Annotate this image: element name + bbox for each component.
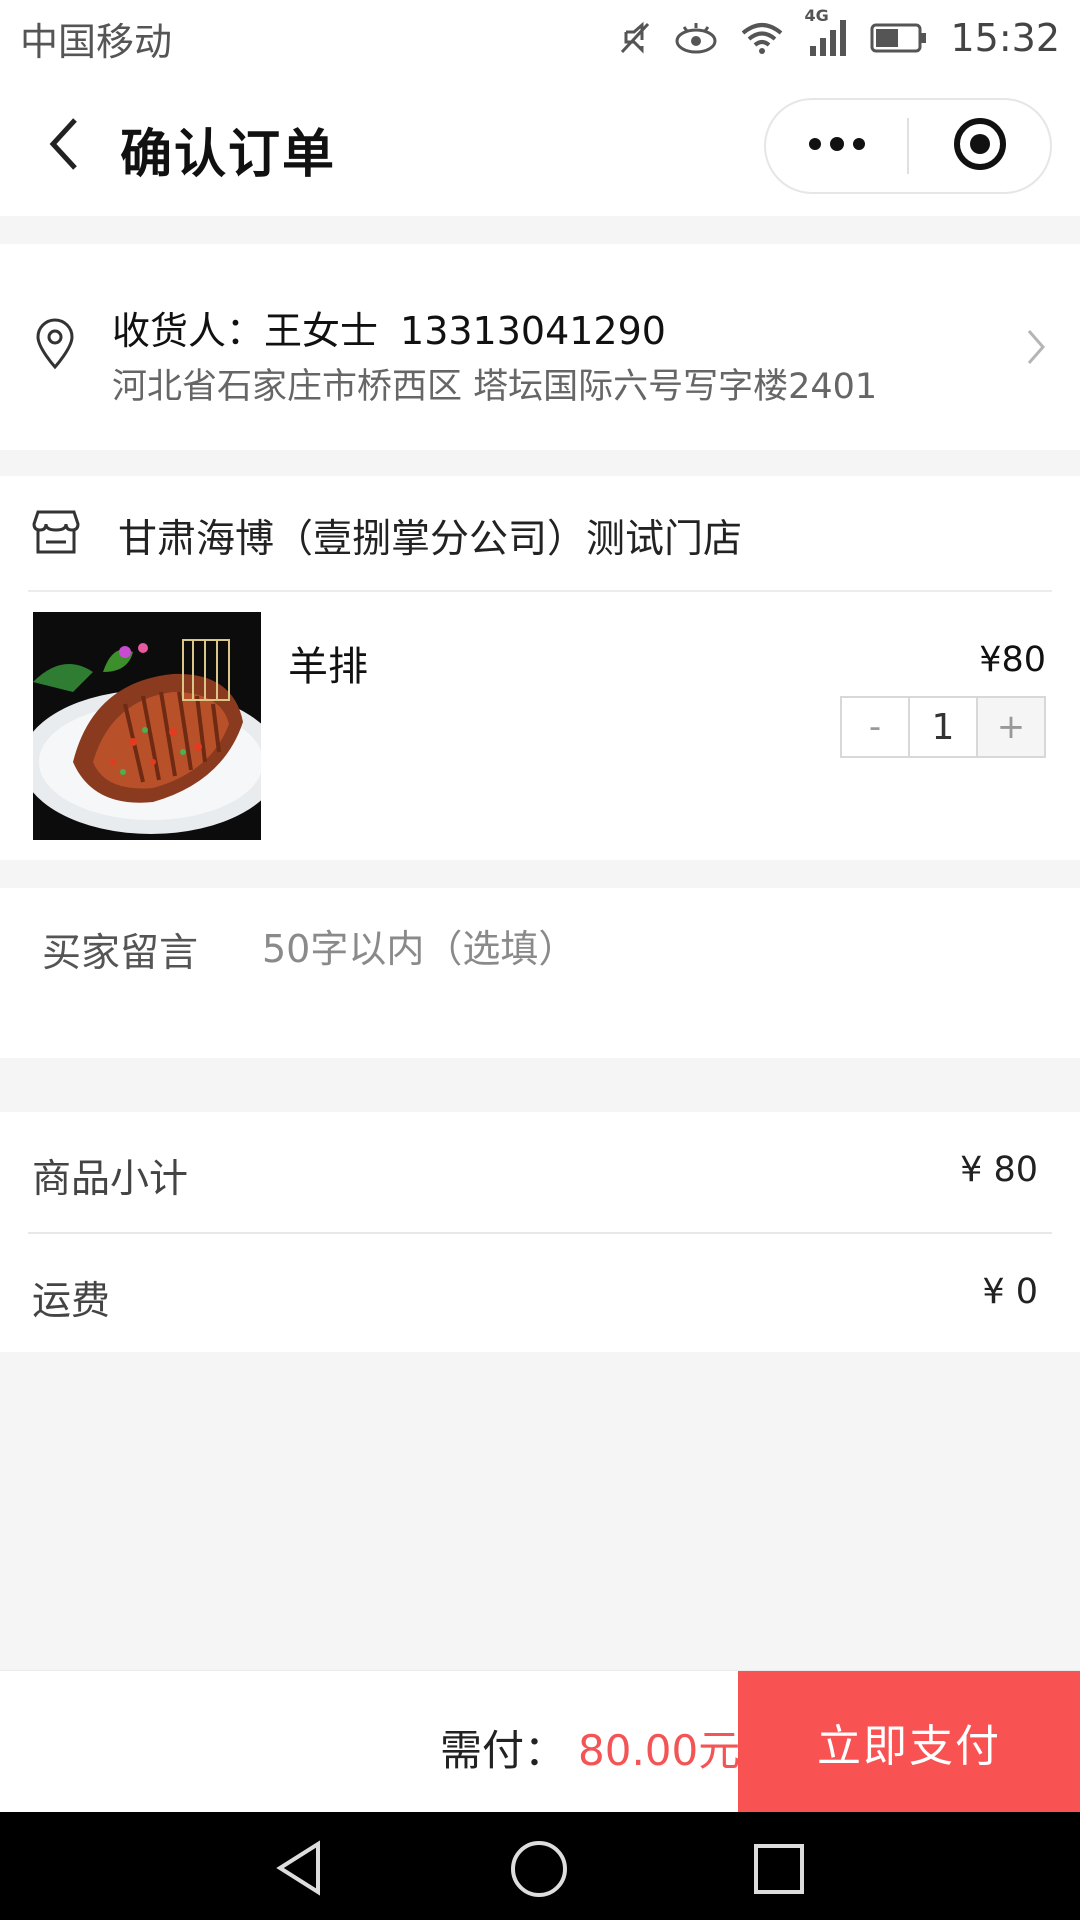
- eye-icon: [674, 21, 718, 55]
- amount-due-label: 需付：: [440, 1726, 567, 1775]
- more-dots-icon: [807, 134, 867, 158]
- payment-bar: 需付： 80.00元 立即支付: [0, 1670, 1080, 1813]
- page-title: 确认订单: [120, 125, 337, 185]
- status-icons: 4G 15:32: [616, 6, 1060, 60]
- shipping-value: ¥ 0: [982, 1272, 1038, 1312]
- divider: [28, 590, 1052, 592]
- system-navigation-bar: [0, 1812, 1080, 1920]
- clock: 15:32: [950, 16, 1060, 60]
- decrease-quantity-button[interactable]: -: [842, 698, 908, 756]
- back-button[interactable]: [36, 116, 92, 176]
- shipping-label: 运费: [32, 1279, 111, 1324]
- subtotal-row: 商品小计 ¥ 80: [0, 1112, 1080, 1230]
- square-recent-icon[interactable]: [752, 1842, 806, 1900]
- more-button[interactable]: [766, 100, 907, 192]
- receiver-line: 收货人：王女士 13313041290: [112, 300, 666, 355]
- carrier-name: 中国移动: [20, 19, 173, 64]
- close-miniprogram-button[interactable]: [909, 100, 1050, 192]
- circle-home-icon[interactable]: [508, 1838, 570, 1904]
- shipping-address: 河北省石家庄市桥西区 塔坛国际六号写字楼2401: [112, 367, 878, 407]
- subtotal-value: ¥ 80: [960, 1150, 1038, 1190]
- target-circle-icon: [952, 116, 1008, 176]
- wifi-icon: [740, 21, 784, 55]
- product-price: ¥80: [979, 640, 1046, 680]
- order-items-card: 甘肃海博（壹捌掌分公司）测试门店 羊排 ¥80 - 1 +: [0, 476, 1080, 860]
- buyer-message-label: 买家留言: [42, 931, 199, 976]
- chevron-right-icon: [1026, 328, 1046, 370]
- back-arrow-icon: [47, 116, 81, 176]
- product-name: 羊排: [288, 644, 368, 690]
- menu-capsule: [764, 98, 1052, 194]
- triangle-back-icon[interactable]: [272, 1840, 328, 1900]
- buyer-message-input[interactable]: [262, 914, 1042, 984]
- network-type: 4G: [804, 6, 829, 25]
- store-row: 甘肃海博（壹捌掌分公司）测试门店: [0, 476, 1080, 591]
- store-name: 甘肃海博（壹捌掌分公司）测试门店: [118, 517, 743, 562]
- shipping-row: 运费 ¥ 0: [0, 1234, 1080, 1352]
- quantity-stepper: - 1 +: [840, 696, 1046, 758]
- receiver-name: 收货人：王女士: [112, 309, 379, 353]
- navigation-bar: 确认订单: [0, 76, 1080, 216]
- store-icon: [30, 506, 82, 562]
- status-bar: 中国移动 4G 15:32: [0, 0, 1080, 76]
- location-pin-icon: [34, 318, 76, 374]
- mute-icon: [616, 20, 652, 56]
- pay-now-button[interactable]: 立即支付: [738, 1671, 1080, 1813]
- confirm-order-page: 中国移动 4G 15:32 确认订单 收货人：王女士 13313041290 河…: [0, 0, 1080, 1920]
- product-image: [33, 612, 261, 840]
- receiver-phone: 13313041290: [400, 309, 666, 353]
- subtotal-label: 商品小计: [32, 1157, 189, 1202]
- price-summary-card: 商品小计 ¥ 80 运费 ¥ 0: [0, 1112, 1080, 1352]
- buyer-message-card: 买家留言: [0, 888, 1080, 1058]
- amount-due-value: 80.00元: [578, 1726, 741, 1775]
- address-card[interactable]: 收货人：王女士 13313041290 河北省石家庄市桥西区 塔坛国际六号写字楼2…: [0, 244, 1080, 450]
- quantity-value[interactable]: 1: [908, 698, 978, 756]
- increase-quantity-button[interactable]: +: [978, 698, 1044, 756]
- battery-icon: [870, 22, 928, 54]
- signal-icon: 4G: [804, 6, 848, 58]
